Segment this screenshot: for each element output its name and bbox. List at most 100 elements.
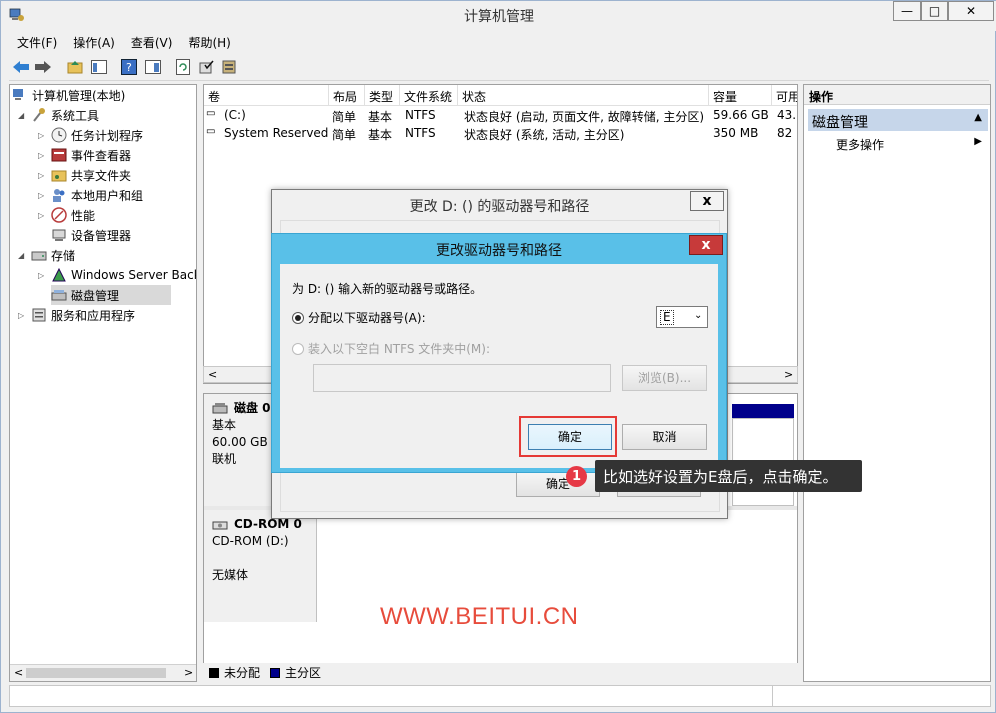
column-header-filesystem[interactable]: 文件系统 [400, 85, 458, 106]
status-bar [9, 685, 991, 707]
forward-icon[interactable] [33, 57, 53, 77]
tree-item-device-manager[interactable]: 设备管理器 [51, 225, 131, 245]
primary-partition-bar[interactable] [732, 404, 794, 418]
window-title: 计算机管理 [464, 9, 534, 25]
performance-icon [51, 207, 67, 223]
mount-folder-option[interactable]: 装入以下空白 NTFS 文件夹中(M): [292, 340, 490, 357]
tree-item-windows-backup[interactable]: ▷ Windows Server Back [38, 265, 196, 285]
drive-icon: ▭ [206, 108, 216, 119]
dialog-back-close-button[interactable]: x [690, 191, 724, 211]
cancel-button[interactable]: 取消 [622, 424, 707, 450]
collapse-arrow-icon[interactable]: ◢ [18, 251, 28, 260]
tree-item-system-tools[interactable]: ◢ 系统工具 [18, 105, 99, 125]
help-icon[interactable]: ? [119, 57, 139, 77]
cdrom-0-info[interactable]: CD-ROM 0 CD-ROM (D:) 无媒体 [204, 510, 317, 622]
dialog-back-ok-button[interactable]: 确定 [516, 471, 600, 497]
show-hide-tree-icon[interactable] [89, 57, 109, 77]
legend-primary: 主分区 [285, 666, 322, 680]
menu-help[interactable]: 帮助(H) [180, 32, 238, 53]
check-icon[interactable] [197, 57, 217, 77]
scroll-right-icon[interactable]: > [184, 666, 193, 679]
menu-bar: 文件(F) 操作(A) 查看(V) 帮助(H) [9, 32, 989, 52]
tree-item-disk-management[interactable]: 磁盘管理 [51, 285, 171, 305]
title-bar: 计算机管理 — □ ✕ [1, 1, 996, 31]
column-header-layout[interactable]: 布局 [329, 85, 365, 106]
assign-letter-option[interactable]: 分配以下驱动器号(A): [292, 309, 426, 326]
cdrom-icon [212, 521, 228, 529]
computer-management-icon [12, 87, 28, 103]
submenu-arrow-icon: ▶ [974, 136, 982, 147]
assign-letter-label: 分配以下驱动器号(A): [308, 311, 426, 325]
expand-arrow-icon[interactable]: ▷ [38, 271, 48, 280]
refresh-icon[interactable] [173, 57, 193, 77]
scrollbar-thumb[interactable] [26, 668, 166, 678]
svg-text:?: ? [126, 61, 132, 74]
drive-letter-select[interactable]: E ⌄ [656, 306, 708, 328]
watermark: WWW.BEITUI.CN [380, 603, 579, 630]
disk-icon [212, 402, 228, 413]
dialog-close-button[interactable]: x [689, 235, 723, 255]
column-header-volume[interactable]: 卷 [204, 85, 329, 106]
tree-item-services-apps[interactable]: ▷ 服务和应用程序 [18, 305, 135, 325]
menu-action[interactable]: 操作(A) [65, 32, 123, 53]
status-divider [772, 686, 773, 706]
tree-item-shared-folders[interactable]: ▷ 共享文件夹 [38, 165, 131, 185]
close-window-button[interactable]: ✕ [948, 1, 994, 21]
chevron-down-icon[interactable]: ⌄ [694, 310, 702, 321]
expand-arrow-icon[interactable]: ▷ [38, 211, 48, 220]
up-folder-icon[interactable] [65, 57, 85, 77]
collapse-arrow-icon[interactable]: ◢ [18, 111, 28, 120]
scroll-right-icon[interactable]: > [784, 368, 793, 381]
scroll-left-icon[interactable]: < [208, 368, 217, 381]
column-header-status[interactable]: 状态 [458, 85, 709, 106]
device-manager-icon [51, 227, 67, 243]
back-icon[interactable] [11, 57, 31, 77]
mount-folder-radio[interactable] [292, 342, 304, 355]
primary-swatch [270, 667, 281, 678]
tree-item-storage[interactable]: ◢ 存储 [18, 245, 75, 265]
expand-arrow-icon[interactable]: ▷ [18, 311, 28, 320]
dialog-prompt: 为 D: () 输入新的驱动器号或路径。 [292, 282, 483, 296]
tree-item-root[interactable]: 计算机管理(本地) [12, 85, 125, 105]
annotation-tooltip: 比如选好设置为E盘后，点击确定。 [595, 460, 862, 492]
column-header-free[interactable]: 可用 [772, 85, 797, 106]
tree-item-task-scheduler[interactable]: ▷ 任务计划程序 [38, 125, 143, 145]
shared-folder-icon [51, 167, 67, 183]
unallocated-swatch [209, 667, 219, 678]
actions-section-disk-management[interactable]: 磁盘管理 ▲ [808, 109, 988, 131]
column-header-capacity[interactable]: 容量 [709, 85, 772, 106]
system-tools-icon [31, 107, 47, 123]
services-icon [31, 307, 47, 323]
change-drive-letter-path-dialog: 更改驱动器号和路径 x 为 D: () 输入新的驱动器号或路径。 分配以下驱动器… [271, 233, 727, 473]
expand-arrow-icon[interactable]: ▷ [38, 171, 48, 180]
folder-path-input[interactable] [313, 364, 611, 392]
close-icon: x [701, 237, 711, 253]
tree-horizontal-scrollbar[interactable]: < > [10, 664, 196, 681]
dialog-title: 更改驱动器号和路径 [436, 243, 562, 259]
maximize-button[interactable]: □ [921, 1, 948, 21]
actions-pane: 操作 磁盘管理 ▲ 更多操作 ▶ [803, 84, 991, 682]
expand-arrow-icon[interactable]: ▷ [38, 191, 48, 200]
properties-pane-icon[interactable] [143, 57, 163, 77]
scroll-left-icon[interactable]: < [14, 666, 23, 679]
expand-arrow-icon[interactable]: ▷ [38, 131, 48, 140]
more-actions-item[interactable]: 更多操作 ▶ [808, 133, 988, 153]
minimize-button[interactable]: — [893, 1, 921, 21]
disk-properties-icon[interactable] [219, 57, 239, 77]
mount-folder-label: 装入以下空白 NTFS 文件夹中(M): [308, 342, 491, 356]
menu-file[interactable]: 文件(F) [9, 32, 65, 53]
tree-item-performance[interactable]: ▷ 性能 [38, 205, 95, 225]
column-header-type[interactable]: 类型 [365, 85, 400, 106]
ok-button[interactable]: 确定 [528, 424, 612, 450]
tree-item-event-viewer[interactable]: ▷ 事件查看器 [38, 145, 131, 165]
menu-view[interactable]: 查看(V) [123, 32, 181, 53]
tree-item-local-users[interactable]: ▷ 本地用户和组 [38, 185, 143, 205]
legend-unallocated: 未分配 [224, 666, 261, 680]
assign-letter-radio[interactable] [292, 311, 304, 324]
browse-button[interactable]: 浏览(B)... [622, 365, 707, 391]
collapse-up-icon[interactable]: ▲ [974, 112, 982, 123]
cdrom-0-status: 无媒体 [212, 568, 249, 582]
storage-icon [31, 247, 47, 263]
expand-arrow-icon[interactable]: ▷ [38, 151, 48, 160]
